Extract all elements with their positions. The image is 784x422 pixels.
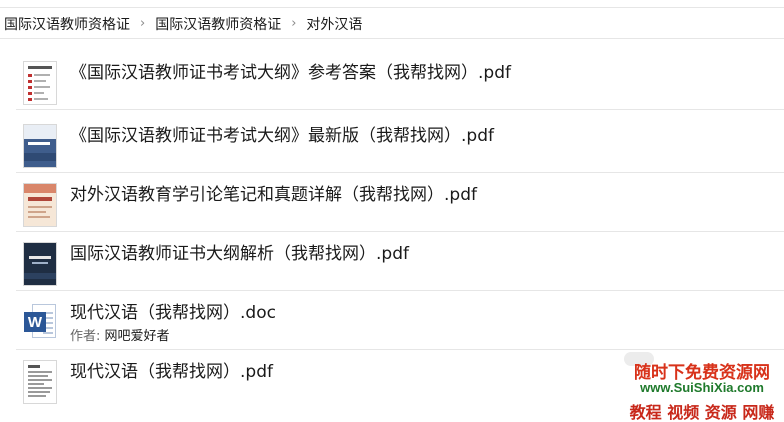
author-value: 网吧爱好者 [104,329,170,344]
file-name[interactable]: 现代汉语（我帮找网）.doc [70,298,276,323]
breadcrumb-item-root[interactable]: 国际汉语教师资格证 [4,14,130,34]
file-name[interactable]: 对外汉语教育学引论笔记和真题详解（我帮找网）.pdf [70,180,477,205]
author-label: 作者: [70,329,101,344]
chevron-right-icon: › [291,16,297,31]
breadcrumb-item-current[interactable]: 对外汉语 [306,14,362,34]
file-list-item[interactable]: W 现代汉语（我帮找网）.doc 作者: 网吧爱好者 [16,292,784,350]
chevron-right-icon: › [140,16,146,31]
file-name[interactable]: 国际汉语教师证书大纲解析（我帮找网）.pdf [70,239,409,264]
file-list-item[interactable]: 《国际汉语教师证书考试大纲》参考答案（我帮找网）.pdf [16,52,784,110]
word-document-icon: W [24,304,56,340]
file-author: 作者: 网吧爱好者 [70,325,170,344]
text-page-thumbnail [24,361,56,403]
orange-book-cover-thumbnail [24,184,56,226]
breadcrumb: 国际汉语教师资格证 › 国际汉语教师资格证 › 对外汉语 [0,9,784,39]
file-name[interactable]: 《国际汉语教师证书考试大纲》参考答案（我帮找网）.pdf [70,58,511,83]
breadcrumb-item-parent[interactable]: 国际汉语教师资格证 [155,14,281,34]
watermark-tagline: 教程 视频 资源 网赚 [629,403,775,422]
dark-book-cover-thumbnail [24,243,56,285]
file-name[interactable]: 现代汉语（我帮找网）.pdf [70,357,273,382]
watermark-url: www.SuiShiXia.com [640,380,764,395]
answer-sheet-thumbnail [24,62,56,104]
word-letter-icon: W [24,312,46,332]
blue-book-cover-thumbnail [24,125,56,167]
site-watermark: 随时下免费资源网 www.SuiShiXia.com 教程 视频 资源 网赚 [620,352,784,422]
toolbar-strip [0,0,784,8]
file-list-item[interactable]: 《国际汉语教师证书考试大纲》最新版（我帮找网）.pdf [16,115,784,173]
file-list-item[interactable]: 对外汉语教育学引论笔记和真题详解（我帮找网）.pdf [16,174,784,232]
file-name[interactable]: 《国际汉语教师证书考试大纲》最新版（我帮找网）.pdf [70,121,494,146]
file-list-item[interactable]: 国际汉语教师证书大纲解析（我帮找网）.pdf [16,233,784,291]
